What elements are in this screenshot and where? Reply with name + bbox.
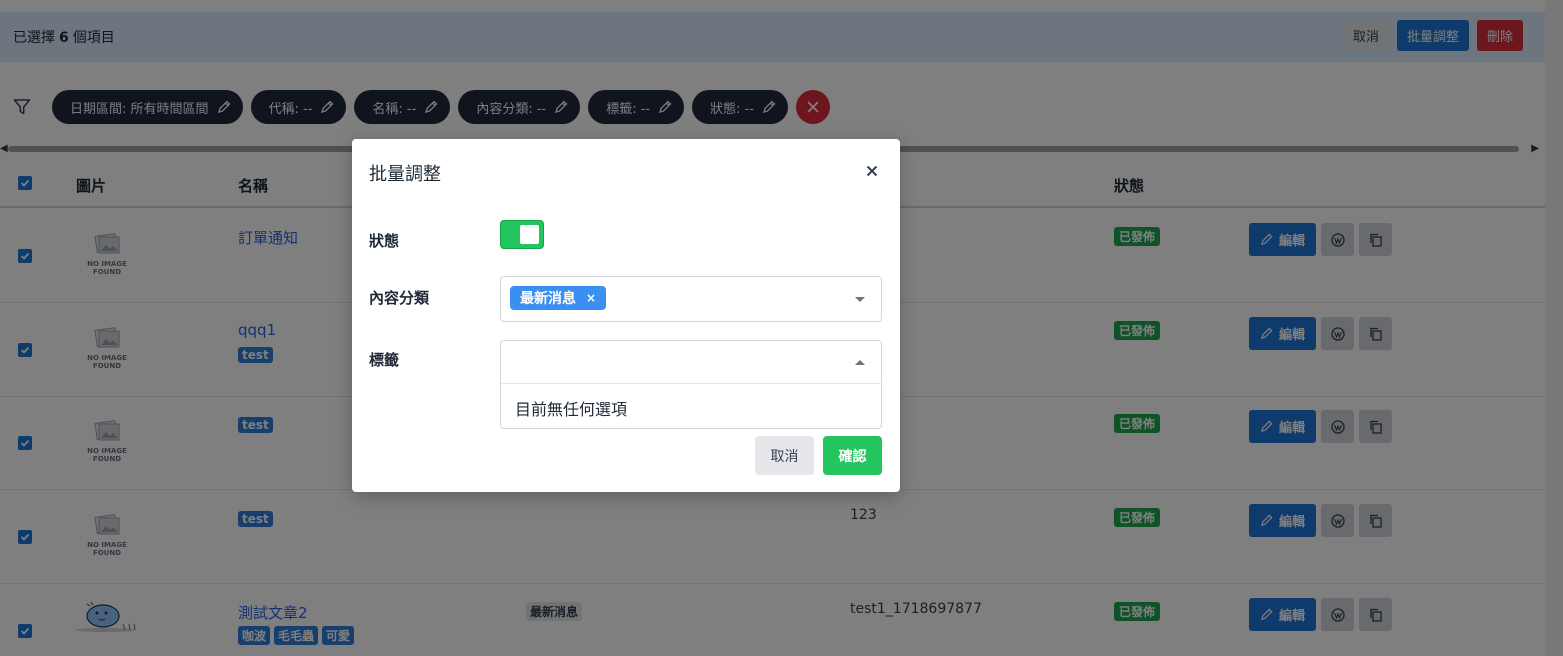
category-label: 內容分類 [369,289,430,307]
tag-dropdown-empty: 目前無任何選項 [500,383,882,429]
chevron-up-icon[interactable] [855,360,865,365]
modal-confirm-button[interactable]: 確認 [823,436,882,475]
modal-close-button[interactable] [862,161,882,181]
tag-label: 標籤 [369,351,400,369]
remove-category-icon[interactable]: × [586,291,596,305]
modal-cancel-button[interactable]: 取消 [755,436,814,475]
category-select[interactable]: 最新消息 × [500,276,882,322]
close-icon [866,165,878,177]
batch-adjust-modal: 批量調整 狀態 內容分類 最新消息 × 標籤 目前無任何選項 取消 確認 [352,139,900,492]
status-toggle[interactable] [500,220,544,249]
toggle-knob [520,225,539,244]
chevron-down-icon[interactable] [855,297,865,302]
tag-select[interactable] [500,340,882,384]
selected-category-text: 最新消息 [520,291,576,307]
modal-title: 批量調整 [369,164,441,185]
status-label: 狀態 [369,232,400,250]
selected-category-pill: 最新消息 × [510,286,607,310]
